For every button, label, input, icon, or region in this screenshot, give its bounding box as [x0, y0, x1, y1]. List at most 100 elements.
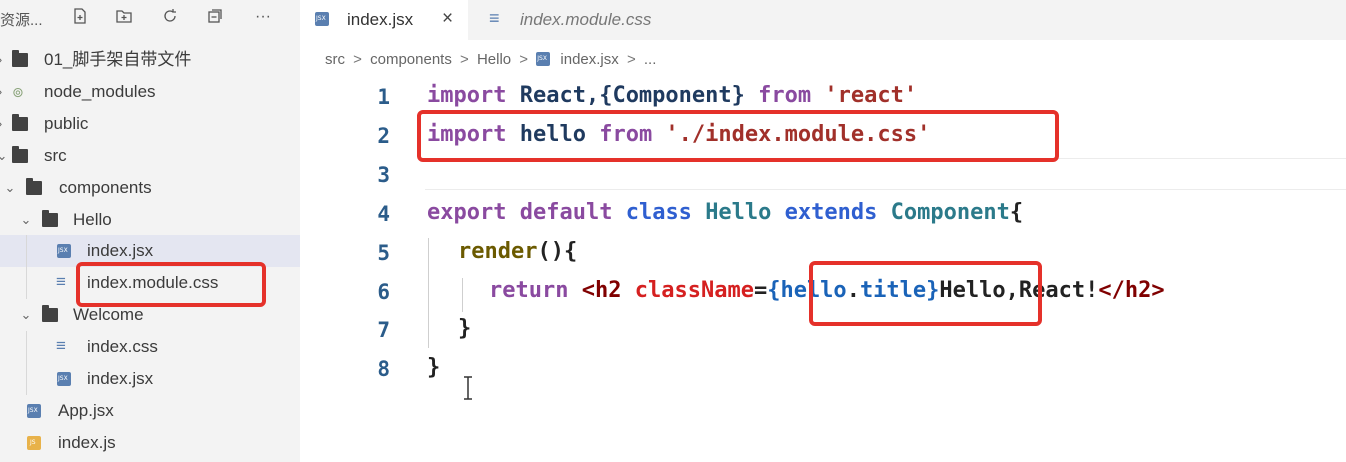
- keyword-default: default: [519, 200, 613, 225]
- line-number: 3: [377, 163, 390, 187]
- new-folder-icon[interactable]: [114, 7, 134, 27]
- tree-item-label: index.js: [58, 433, 116, 452]
- tree-item-app-jsx[interactable]: App.jsx: [0, 395, 300, 427]
- breadcrumb-item[interactable]: ...: [644, 51, 657, 68]
- text-cursor-icon: [462, 375, 474, 401]
- tree-item-01-folder[interactable]: › 01_脚手架自带文件: [0, 44, 300, 76]
- breadcrumb-item[interactable]: index.jsx: [560, 51, 618, 68]
- close-icon[interactable]: ×: [442, 8, 453, 30]
- tree-item-label: Hello: [73, 210, 112, 229]
- breadcrumb: src > components > Hello > index.jsx > .…: [325, 50, 656, 72]
- folder-icon: [12, 114, 28, 131]
- current-line-highlight: [425, 158, 1346, 190]
- highlight-box-import-line: [417, 110, 1059, 162]
- new-file-icon[interactable]: [70, 7, 90, 27]
- keyword-from: from: [758, 83, 812, 108]
- keyword-extends: extends: [784, 200, 878, 225]
- chevron-right-icon: ›: [0, 76, 6, 108]
- brace: }: [427, 355, 441, 380]
- keyword-import: import: [427, 83, 507, 108]
- tree-item-node-modules[interactable]: › ⊚ node_modules: [0, 76, 300, 108]
- folder-open-icon: [42, 210, 58, 227]
- tree-item-label: App.jsx: [58, 401, 114, 420]
- more-icon[interactable]: ···: [250, 7, 276, 27]
- line-number: 6: [377, 280, 390, 304]
- tree-item-label: index.jsx: [87, 369, 154, 388]
- breadcrumb-item[interactable]: Hello: [477, 51, 511, 68]
- tree-item-index-js[interactable]: index.js: [0, 427, 300, 459]
- line-number: 8: [377, 357, 390, 381]
- keyword-export: export: [427, 200, 507, 225]
- folder-open-icon: [12, 146, 28, 163]
- code-line-7[interactable]: }: [458, 317, 471, 341]
- refresh-icon[interactable]: [160, 7, 180, 27]
- breadcrumb-separator: >: [626, 50, 636, 68]
- indent-guide: [428, 238, 429, 348]
- class-name: Component: [890, 200, 1010, 225]
- method-name: render: [458, 239, 538, 264]
- line-number: 5: [377, 241, 390, 265]
- tree-item-label: 01_脚手架自带文件: [44, 50, 192, 69]
- line-number: 7: [377, 318, 390, 342]
- css-file-icon: ≡: [56, 336, 66, 355]
- tree-item-label: index.jsx: [87, 241, 154, 260]
- tree-item-src[interactable]: ⌄ src: [0, 140, 300, 172]
- breadcrumb-separator: >: [519, 50, 529, 68]
- code-line-4[interactable]: export default class Hello extends Compo…: [427, 201, 1023, 225]
- node-modules-icon: ⊚: [12, 84, 24, 100]
- line-number: 2: [377, 124, 390, 148]
- indent-guide: [26, 235, 27, 267]
- jsx-tag: <h2: [581, 278, 622, 303]
- css-file-icon: ≡: [56, 272, 66, 291]
- tree-item-label: src: [44, 146, 67, 165]
- chevron-right-icon: ›: [0, 108, 6, 140]
- jsx-tag: </h2>: [1098, 278, 1165, 303]
- folder-icon: [12, 50, 28, 67]
- keyword-class: class: [625, 200, 692, 225]
- jsx-file-icon: [536, 52, 551, 67]
- class-name: Hello: [705, 200, 772, 225]
- tab-index-module-css[interactable]: ≡ index.module.css: [468, 0, 668, 40]
- jsx-file-icon: [315, 12, 329, 26]
- indent-guide: [26, 363, 27, 395]
- tree-item-components[interactable]: ⌄ components: [0, 172, 300, 204]
- string-literal: 'react': [811, 83, 918, 108]
- css-file-icon: ≡: [489, 8, 500, 28]
- tree-item-welcome-index-css[interactable]: ≡ index.css: [0, 331, 300, 363]
- tree-item-hello[interactable]: ⌄ Hello: [0, 204, 300, 236]
- tree-item-label: public: [44, 114, 89, 133]
- breadcrumb-separator: >: [460, 50, 469, 68]
- tab-label: index.jsx: [347, 10, 414, 29]
- line-number: 1: [377, 85, 390, 109]
- breadcrumb-separator: >: [353, 50, 362, 68]
- tab-index-jsx[interactable]: index.jsx ×: [300, 0, 468, 40]
- chevron-right-icon: ›: [0, 44, 6, 76]
- highlight-box-classname: [809, 261, 1042, 326]
- jsx-attribute: className: [634, 278, 754, 303]
- breadcrumb-item[interactable]: src: [325, 51, 345, 68]
- editor-tab-bar: index.jsx × ≡ index.module.css: [300, 0, 1346, 40]
- keyword-return: return: [489, 278, 569, 303]
- jsx-file-icon: [57, 244, 71, 258]
- collapse-all-icon[interactable]: [205, 7, 225, 27]
- tab-label: index.module.css: [520, 10, 652, 29]
- code-line-5[interactable]: render(){: [458, 240, 577, 264]
- tree-item-public[interactable]: › public: [0, 108, 300, 140]
- explorer-sidebar: 资源... ··· › 01_脚手架自带文件 › ⊚ node_modules …: [0, 0, 300, 462]
- folder-open-icon: [42, 305, 58, 322]
- code-token: (){: [537, 239, 578, 264]
- brace: {: [1009, 200, 1024, 225]
- chevron-down-icon: ⌄: [4, 180, 16, 195]
- code-line-8[interactable]: }: [427, 356, 440, 380]
- tree-item-label: components: [59, 178, 152, 197]
- code-line-1[interactable]: import React,{Component} from 'react': [427, 84, 917, 108]
- tree-item-welcome-index-jsx[interactable]: index.jsx: [0, 363, 300, 395]
- breadcrumb-item[interactable]: components: [370, 51, 452, 68]
- chevron-down-icon: ⌄: [20, 212, 32, 227]
